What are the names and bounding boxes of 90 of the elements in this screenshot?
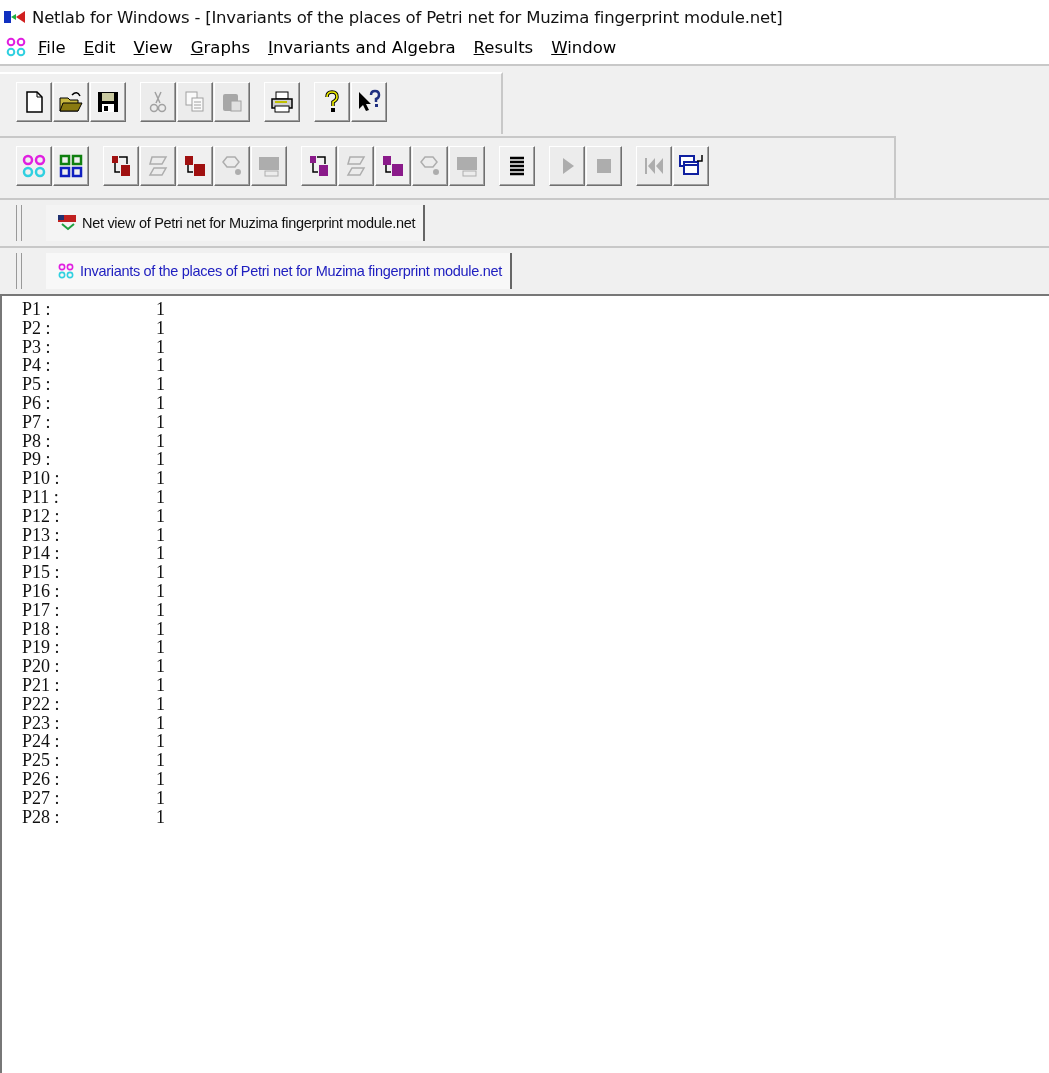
invariant-value: 1 — [156, 469, 165, 488]
place-label: P13 : — [22, 525, 61, 545]
place-label: P25 : — [22, 751, 61, 770]
invariant-value: 1 — [156, 600, 165, 620]
window-title: Netlab for Windows - [Invariants of the places of Petri net for Muzima fingerprint module.net] — [32, 7, 783, 27]
new-file-button[interactable] — [16, 82, 52, 122]
place-label: P22 : — [22, 694, 61, 714]
invariant-value: 1 — [156, 450, 165, 470]
invariant-value: 1 — [156, 788, 165, 808]
invariant-value: 1 — [156, 318, 165, 338]
place-label: P17 : — [22, 600, 61, 620]
windows-button[interactable] — [673, 146, 709, 186]
invariant-value: 1 — [156, 563, 165, 582]
place-label: P15 : — [22, 563, 61, 582]
place-label: P7 : — [22, 412, 52, 432]
place-label: P11 : — [22, 487, 60, 507]
circles-button[interactable] — [16, 146, 52, 186]
place-label: P12 : — [22, 506, 61, 526]
circles-icon — [21, 153, 47, 179]
place-label: P1 : — [22, 300, 52, 319]
window-tab[interactable]: Invariants of the places of Petri net for Muzima fingerprint module.net — [46, 253, 512, 289]
invariant-value: 1 — [156, 619, 165, 639]
place-label: P28 : — [22, 807, 61, 827]
invariant-value: 1 — [156, 657, 165, 676]
invariant-value: 1 — [156, 694, 165, 714]
pointer-question-button[interactable] — [351, 82, 387, 122]
menu-item[interactable]: Invariants and Algebra — [268, 37, 456, 57]
place-label: P2 : — [22, 318, 52, 338]
grip-handle[interactable] — [16, 253, 22, 289]
invariant-value: 1 — [156, 300, 165, 319]
squares-button[interactable] — [53, 146, 89, 186]
invariant-value: 1 — [156, 506, 165, 526]
lines-button[interactable] — [499, 146, 535, 186]
invariant-value: 1 — [156, 544, 165, 564]
place-label: P23 : — [22, 713, 61, 733]
arrow-corner-button[interactable] — [375, 146, 411, 186]
place-label: P27 : — [22, 788, 61, 808]
invariant-value: 1 — [156, 525, 165, 545]
place-label: P9 : — [22, 450, 52, 470]
swap-button[interactable] — [103, 146, 139, 186]
invariant-value: 1 — [156, 713, 165, 733]
printer-button[interactable] — [264, 82, 300, 122]
place-label: P3 : — [22, 337, 52, 357]
place-label: P18 : — [22, 619, 61, 639]
question-mark-button[interactable] — [314, 82, 350, 122]
invariant-value: 1 — [156, 412, 165, 432]
place-label: P4 : — [22, 356, 52, 376]
menu-item[interactable]: File — [38, 37, 66, 57]
invariant-value: 1 — [156, 638, 165, 658]
menu-item[interactable]: Edit — [83, 37, 116, 57]
invariant-value: 1 — [156, 431, 165, 451]
place-label: P19 : — [22, 638, 61, 658]
place-label: P10 : — [22, 469, 61, 488]
invariant-value: 1 — [156, 675, 165, 695]
menu-item[interactable]: Results — [473, 37, 534, 57]
menu-item[interactable]: Window — [551, 37, 617, 57]
menu-item[interactable]: Graphs — [190, 37, 250, 57]
invariant-value: 1 — [156, 751, 165, 770]
invariant-value: 1 — [156, 356, 165, 376]
invariant-value: 1 — [156, 487, 165, 507]
place-label: P20 : — [22, 657, 61, 676]
place-label: P16 : — [22, 581, 61, 601]
place-label: P24 : — [22, 732, 61, 752]
invariant-value: 1 — [156, 732, 165, 752]
place-label: P5 : — [22, 375, 52, 394]
squares-icon — [58, 153, 84, 179]
circles-icon — [58, 263, 74, 279]
place-label: P6 : — [22, 394, 52, 413]
invariant-value: 1 — [156, 394, 165, 413]
place-label: P14 : — [22, 544, 61, 564]
net-view-icon — [58, 215, 76, 231]
window-tab[interactable]: Net view of Petri net for Muzima fingerprint module.net — [46, 205, 426, 241]
arrow-corner-button[interactable] — [177, 146, 213, 186]
invariant-value: 1 — [156, 769, 165, 789]
invariant-value: 1 — [156, 807, 165, 827]
folder-icon — [58, 89, 84, 115]
invariant-value: 1 — [156, 581, 165, 601]
swap-button[interactable] — [301, 146, 337, 186]
grip-handle[interactable] — [16, 205, 22, 241]
circles-icon — [6, 37, 26, 57]
invariant-value: 1 — [156, 337, 165, 357]
app-logo-icon — [4, 10, 26, 24]
place-label: P21 : — [22, 675, 61, 695]
place-label: P8 : — [22, 431, 52, 451]
menu-item[interactable]: View — [133, 37, 173, 57]
invariant-value: 1 — [156, 375, 165, 394]
floppy-disk-button[interactable] — [90, 82, 126, 122]
folder-button[interactable] — [53, 82, 89, 122]
place-label: P26 : — [22, 769, 61, 789]
printer-icon — [269, 89, 295, 115]
